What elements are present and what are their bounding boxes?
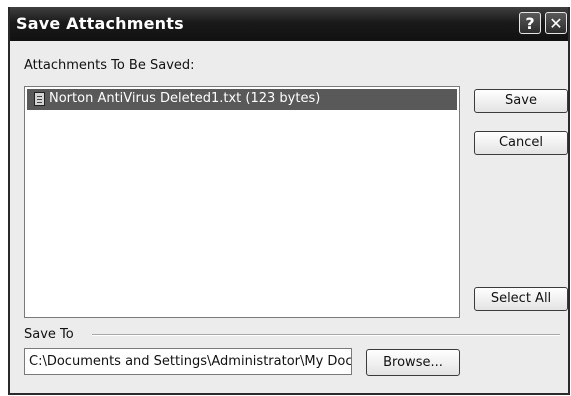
list-item[interactable]: Norton AntiVirus Deleted1.txt (123 bytes…: [27, 89, 457, 110]
text-file-icon: [34, 92, 45, 106]
save-to-label: Save To: [24, 327, 74, 342]
browse-button[interactable]: Browse...: [366, 349, 460, 376]
cancel-button[interactable]: Cancel: [474, 131, 568, 155]
title-bar[interactable]: Save Attachments ? ✕: [10, 7, 568, 41]
help-button[interactable]: ?: [519, 12, 541, 34]
save-attachments-dialog: Save Attachments ? ✕ Attachments To Be S…: [8, 7, 570, 395]
save-to-separator: [92, 334, 560, 336]
close-button[interactable]: ✕: [545, 12, 567, 34]
dialog-title: Save Attachments: [16, 14, 184, 33]
select-all-button[interactable]: Select All: [474, 287, 568, 311]
save-path-field[interactable]: C:\Documents and Settings\Administrator\…: [24, 348, 352, 375]
save-button[interactable]: Save: [474, 89, 568, 113]
close-icon: ✕: [549, 14, 563, 33]
attachment-name: Norton AntiVirus Deleted1.txt (123 bytes…: [49, 91, 321, 106]
help-icon: ?: [525, 14, 535, 33]
attachments-list[interactable]: Norton AntiVirus Deleted1.txt (123 bytes…: [24, 86, 460, 318]
attachments-label: Attachments To Be Saved:: [24, 58, 195, 73]
